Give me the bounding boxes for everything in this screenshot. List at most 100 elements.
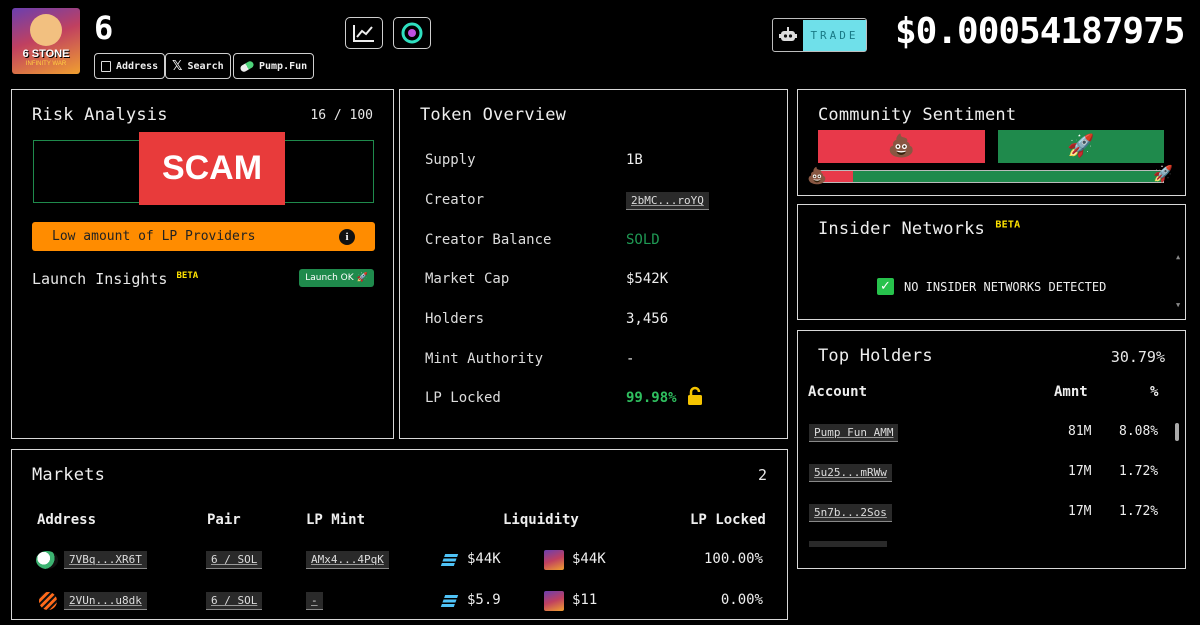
checkmark-icon: ✓ bbox=[877, 278, 894, 295]
supply-label: Supply bbox=[425, 152, 476, 168]
top-holders-title: Top Holders bbox=[818, 346, 933, 366]
markets-lp-mint-header: LP Mint bbox=[306, 512, 366, 528]
pumpfun-amm-icon bbox=[36, 551, 58, 569]
token-mini-logo bbox=[544, 591, 564, 611]
token-price: $0.00054187975 bbox=[895, 11, 1185, 52]
markets-count: 2 bbox=[757, 466, 767, 484]
circle-app-button[interactable] bbox=[393, 17, 431, 49]
address-button[interactable]: Address bbox=[94, 53, 166, 79]
mint-authority-value: - bbox=[626, 351, 635, 367]
sentiment-bar-poop-icon: 💩 bbox=[807, 166, 827, 185]
top-holders-panel: Top Holders 30.79% Account Amnt % Pump F… bbox=[797, 330, 1186, 569]
holder-amount: 17M bbox=[1068, 464, 1092, 479]
holders-label: Holders bbox=[425, 311, 485, 327]
liquidity-token: $11 bbox=[572, 592, 598, 608]
solana-icon bbox=[440, 554, 459, 566]
trade-label: TRADE bbox=[803, 19, 866, 51]
token-logo: 6 STONE INFINITY WAR bbox=[12, 8, 80, 74]
market-cap-label: Market Cap bbox=[425, 271, 510, 287]
holders-amount-header: Amnt bbox=[1054, 384, 1088, 400]
token-overview-title: Token Overview bbox=[420, 105, 567, 125]
search-x-button[interactable]: 𝕏 Search bbox=[165, 53, 231, 79]
chart-button[interactable] bbox=[345, 17, 383, 49]
vote-good-button[interactable]: 🚀 bbox=[998, 130, 1164, 163]
market-lp-mint-link[interactable]: - bbox=[306, 592, 323, 610]
x-logo-icon: 𝕏 bbox=[172, 58, 183, 74]
risk-score: 16 / 100 bbox=[310, 108, 373, 123]
launch-insights-label: Launch Insights BETA bbox=[32, 270, 199, 288]
holder-pct: 1.72% bbox=[1119, 464, 1159, 479]
lp-locked-label: LP Locked bbox=[425, 390, 501, 406]
markets-panel: Markets 2 Address Pair LP Mint Liquidity… bbox=[11, 449, 788, 620]
poop-icon: 💩 bbox=[887, 134, 916, 159]
community-sentiment-title: Community Sentiment bbox=[818, 105, 1017, 125]
market-lp-mint-link[interactable]: AMx4...4PqK bbox=[306, 551, 389, 569]
top-holders-total: 30.79% bbox=[1110, 348, 1165, 366]
creator-label: Creator bbox=[425, 192, 485, 208]
market-pair-link[interactable]: 6 / SOL bbox=[206, 551, 263, 569]
insider-networks-panel: Insider Networks BETA ✓ NO INSIDER NETWO… bbox=[797, 204, 1186, 320]
holders-pct-header: % bbox=[1150, 384, 1159, 400]
holders-row-cutoff bbox=[809, 541, 887, 547]
holder-amount: 17M bbox=[1068, 504, 1092, 519]
holders-value: 3,456 bbox=[626, 311, 669, 327]
trade-button[interactable]: TRADE bbox=[772, 18, 867, 52]
holder-account-link[interactable]: 5u25...mRWw bbox=[809, 464, 892, 482]
holder-amount: 81M bbox=[1068, 424, 1092, 439]
holder-account-link[interactable]: Pump Fun AMM bbox=[809, 424, 899, 442]
markets-address-header: Address bbox=[37, 512, 97, 528]
market-lp-locked: 0.00% bbox=[720, 592, 763, 608]
market-cap-value: $542K bbox=[626, 271, 669, 287]
holders-account-header: Account bbox=[808, 384, 868, 400]
liquidity-sol: $44K bbox=[467, 551, 501, 567]
holders-scrollbar[interactable] bbox=[1175, 423, 1179, 441]
risk-analysis-panel: Risk Analysis 16 / 100 SCAM Low amount o… bbox=[11, 89, 394, 439]
markets-liquidity-header: Liquidity bbox=[503, 512, 579, 528]
pill-icon bbox=[239, 59, 255, 73]
lock-icon bbox=[688, 386, 702, 405]
markets-lp-locked-header: LP Locked bbox=[690, 512, 766, 528]
market-address-link[interactable]: 2VUn...u8dk bbox=[64, 592, 147, 610]
insider-status: ✓ NO INSIDER NETWORKS DETECTED bbox=[877, 278, 1106, 295]
pumpfun-button[interactable]: Pump.Fun bbox=[233, 53, 315, 79]
supply-value: 1B bbox=[626, 152, 643, 168]
holder-pct: 1.72% bbox=[1119, 504, 1159, 519]
copy-icon bbox=[101, 60, 111, 72]
market-pair-link[interactable]: 6 / SOL bbox=[206, 592, 263, 610]
market-lp-locked: 100.00% bbox=[703, 551, 763, 567]
robot-icon bbox=[773, 20, 803, 51]
scam-badge: SCAM bbox=[139, 132, 285, 205]
beta-badge: BETA bbox=[995, 219, 1021, 231]
orange-dex-icon bbox=[39, 592, 57, 610]
market-address-link[interactable]: 7VBq...XR6T bbox=[64, 551, 147, 569]
creator-address-link[interactable]: 2bMC...roYQ bbox=[626, 192, 709, 210]
markets-pair-header: Pair bbox=[207, 512, 241, 528]
insider-networks-title: Insider Networks BETA bbox=[818, 219, 1021, 239]
sentiment-bar bbox=[818, 170, 1164, 183]
launch-ok-badge[interactable]: Launch OK 🚀 bbox=[299, 269, 374, 287]
holder-pct: 8.08% bbox=[1119, 424, 1159, 439]
insider-scrollbar[interactable]: ▲ ▼ bbox=[1176, 253, 1182, 315]
liquidity-sol: $5.9 bbox=[467, 592, 501, 608]
markets-title: Markets bbox=[32, 465, 106, 485]
lp-warning-banner[interactable]: Low amount of LP Providers i bbox=[32, 222, 375, 251]
solana-icon bbox=[440, 595, 459, 607]
vote-bad-button[interactable]: 💩 bbox=[818, 130, 985, 163]
risk-analysis-title: Risk Analysis bbox=[32, 105, 168, 125]
circle-logo-icon bbox=[401, 22, 423, 44]
sentiment-bar-rocket-icon: 🚀 bbox=[1153, 164, 1173, 183]
chart-line-icon bbox=[353, 25, 374, 42]
token-overview-panel: Token Overview Supply 1B Creator 2bMC...… bbox=[399, 89, 788, 439]
token-symbol: 6 bbox=[94, 9, 114, 47]
beta-badge: BETA bbox=[176, 271, 199, 281]
mint-authority-label: Mint Authority bbox=[425, 351, 544, 367]
lp-locked-value: 99.98% bbox=[626, 390, 677, 406]
creator-balance-label: Creator Balance bbox=[425, 232, 552, 248]
creator-balance-value: SOLD bbox=[626, 232, 660, 248]
community-sentiment-panel: Community Sentiment 💩 🚀 💩 🚀 bbox=[797, 89, 1186, 196]
info-icon[interactable]: i bbox=[339, 228, 355, 245]
liquidity-token: $44K bbox=[572, 551, 606, 567]
token-mini-logo bbox=[544, 550, 564, 570]
holder-account-link[interactable]: 5n7b...2Sos bbox=[809, 504, 892, 522]
rocket-icon: 🚀 bbox=[1067, 134, 1095, 159]
